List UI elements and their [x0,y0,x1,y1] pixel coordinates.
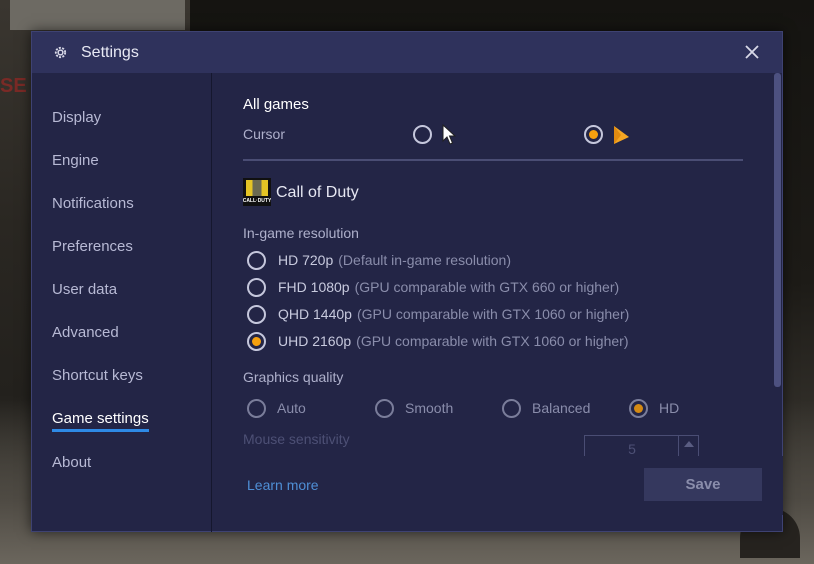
sidebar-item-label: Advanced [52,324,119,341]
white-cursor-icon [442,124,456,145]
sidebar-item-label: Shortcut keys [52,367,143,384]
resolution-option-uhd2160[interactable]: UHD 2160p (GPU comparable with GTX 1060 … [247,330,629,352]
sidebar-item-label: Game settings [52,410,149,427]
resolution-option-fhd1080[interactable]: FHD 1080p (GPU comparable with GTX 660 o… [247,276,619,298]
close-button[interactable] [742,42,762,62]
resolution-label: In-game resolution [243,225,359,241]
option-label: Auto [277,400,306,416]
sidebar-item-notifications[interactable]: Notifications [52,195,134,212]
resolution-radio[interactable] [247,277,266,297]
window-title: Settings [81,43,139,61]
graphics-option-hd[interactable]: HD [629,397,679,419]
stepper-value: 5 [628,441,636,457]
orange-cursor-icon [614,126,629,144]
sidebar-item-game-settings[interactable]: Game settings [52,410,149,432]
sidebar-item-user-data[interactable]: User data [52,281,117,298]
settings-dialog: Settings Display Engine Notifications Pr… [31,31,783,532]
graphics-radio[interactable] [502,398,521,418]
resolution-option-hd720[interactable]: HD 720p (Default in-game resolution) [247,249,511,271]
graphics-option-balanced[interactable]: Balanced [502,397,590,419]
sidebar-item-engine[interactable]: Engine [52,152,99,169]
sidebar-item-about[interactable]: About [52,454,91,471]
close-icon [745,45,759,59]
graphics-radio[interactable] [629,398,648,418]
option-label: HD [659,400,680,416]
graphics-option-smooth[interactable]: Smooth [375,397,453,419]
all-games-heading: All games [243,96,309,113]
save-button[interactable]: Save [644,468,762,501]
mouse-sensitivity-label: Mouse sensitivity [243,431,350,447]
call-of-duty-icon: CALL·DUTY [243,178,271,206]
option-name: UHD 2160p [278,333,352,349]
graphics-option-auto[interactable]: Auto [247,397,306,419]
sidebar-item-preferences[interactable]: Preferences [52,238,133,255]
sidebar-item-display[interactable]: Display [52,109,101,126]
resolution-radio[interactable] [247,304,266,324]
resolution-radio[interactable] [247,250,266,270]
option-label: Balanced [532,400,591,416]
cursor-orange-radio[interactable] [584,125,603,144]
gear-icon [52,45,68,61]
sidebar-item-label: Display [52,109,102,126]
graphics-quality-label: Graphics quality [243,369,344,385]
sidebar-item-label: Notifications [52,195,134,212]
learn-more-link[interactable]: Learn more [247,477,319,493]
cursor-default-radio[interactable] [413,125,432,144]
resolution-option-qhd1440[interactable]: QHD 1440p (GPU comparable with GTX 1060 … [247,303,629,325]
cursor-label: Cursor [243,126,286,142]
active-tab-indicator [52,429,149,432]
game-name: Call of Duty [276,184,359,201]
option-label: Smooth [405,400,454,416]
scrollbar-thumb[interactable] [774,73,781,387]
game-settings-panel: All games Cursor CALL·DUTY Call of Duty … [213,73,783,532]
sidebar-item-label: About [52,454,92,471]
sidebar-item-label: Engine [52,152,99,169]
sidebar-item-label: Preferences [52,238,133,255]
option-desc: (GPU comparable with GTX 660 or higher) [354,279,620,295]
option-desc: (Default in-game resolution) [338,252,512,268]
sidebar-item-label: User data [52,281,118,298]
section-divider [243,159,743,161]
option-name: HD 720p [278,252,334,268]
settings-sidebar: Display Engine Notifications Preferences… [32,73,212,532]
option-name: FHD 1080p [278,279,350,295]
title-bar: Settings [32,32,782,73]
option-name: QHD 1440p [278,306,352,322]
option-desc: (GPU comparable with GTX 1060 or higher) [356,306,630,322]
resolution-radio[interactable] [247,331,266,351]
graphics-radio[interactable] [375,398,394,418]
sidebar-item-shortcut-keys[interactable]: Shortcut keys [52,367,143,384]
option-desc: (GPU comparable with GTX 1060 or higher) [356,333,629,349]
graphics-radio[interactable] [247,398,266,418]
sidebar-item-advanced[interactable]: Advanced [52,324,119,341]
